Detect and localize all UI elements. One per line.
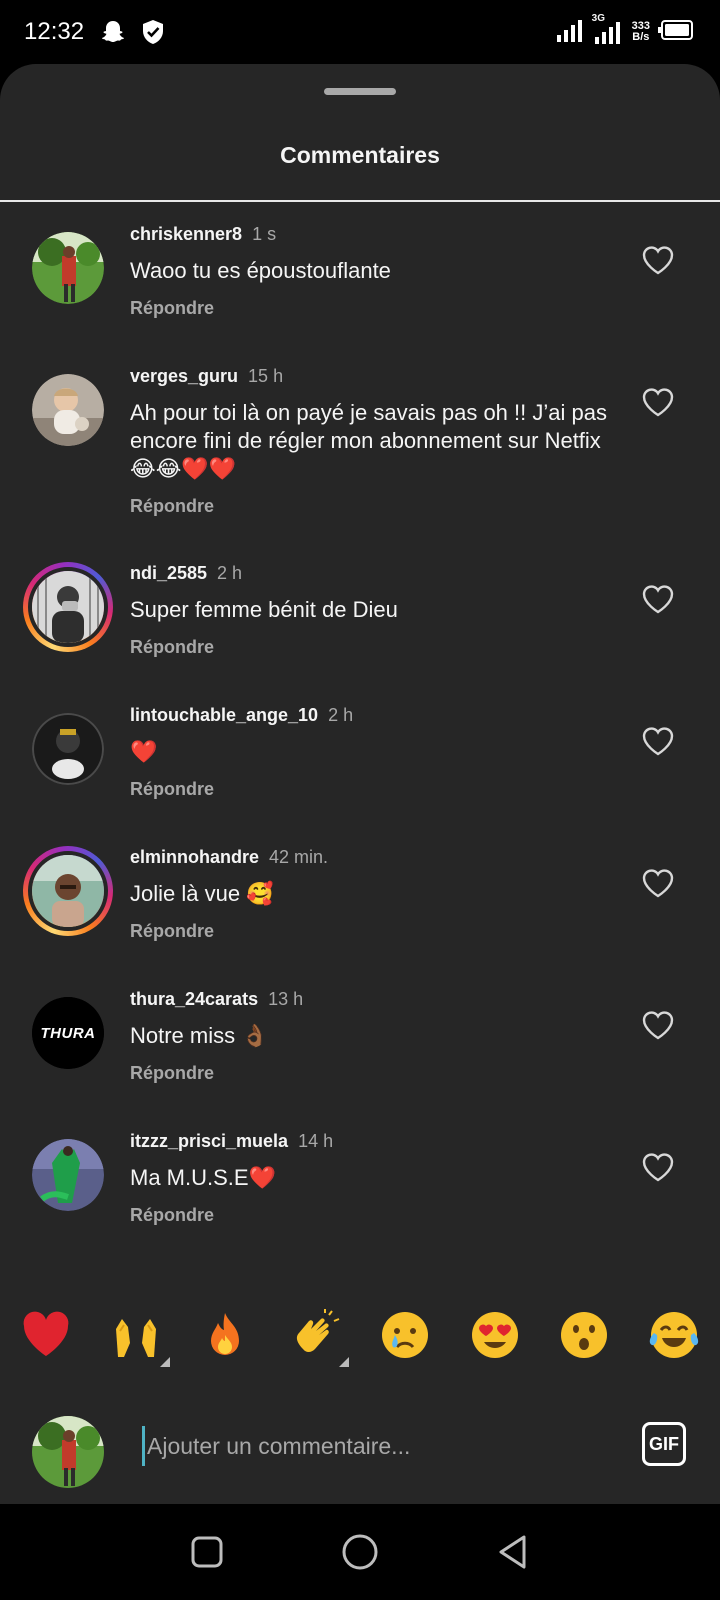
- battery-icon: [658, 19, 696, 46]
- comment-text: Waoo tu es époustouflante: [130, 258, 391, 283]
- comment-item: elminnohandre 42 min. Jolie là vue 🥰 Répo…: [0, 825, 720, 967]
- crying-face-emoji-button[interactable]: [377, 1307, 433, 1363]
- crying-face-icon: [381, 1312, 428, 1358]
- back-button[interactable]: [489, 1528, 537, 1576]
- like-heart-icon[interactable]: [640, 723, 676, 759]
- comment-text: Jolie là vue 🥰: [130, 881, 274, 906]
- status-time: 12:32: [24, 18, 85, 45]
- surprised-face-icon: [561, 1312, 608, 1358]
- raising-hands-emoji-button[interactable]: [108, 1307, 170, 1367]
- comment-text: Ah pour toi là on payé je savais pas oh …: [130, 400, 607, 481]
- system-navigation-bar: [0, 1504, 720, 1600]
- avatar[interactable]: [32, 232, 104, 304]
- comment-username[interactable]: lintouchable_ange_10: [130, 705, 318, 725]
- comments-sheet: Commentaires chriskenner8 1 s Waoo tu es …: [0, 64, 720, 1504]
- surprised-face-emoji-button[interactable]: [556, 1307, 612, 1363]
- square-icon: [191, 1536, 223, 1568]
- comments-list[interactable]: chriskenner8 1 s Waoo tu es époustouflant…: [0, 202, 720, 1334]
- gif-button[interactable]: GIF: [642, 1422, 686, 1466]
- heart-eyes-emoji-button[interactable]: [467, 1307, 523, 1363]
- comment-item: lintouchable_ange_10 2 h ❤️ Répondre: [0, 683, 720, 825]
- tears-of-joy-emoji-button[interactable]: [646, 1307, 702, 1363]
- reply-button[interactable]: Répondre: [130, 296, 610, 320]
- comment-username[interactable]: ndi_2585: [130, 563, 207, 583]
- reply-button[interactable]: Répondre: [130, 635, 610, 659]
- quick-reactions-bar: [0, 1282, 720, 1388]
- sheet-title: Commentaires: [280, 142, 440, 168]
- like-heart-icon[interactable]: [640, 865, 676, 901]
- comment-time: 14 h: [298, 1131, 334, 1151]
- like-heart-icon[interactable]: [640, 1007, 676, 1043]
- heart-emoji-button[interactable]: [18, 1307, 74, 1363]
- reply-button[interactable]: Répondre: [130, 919, 610, 943]
- sheet-drag-handle[interactable]: [324, 88, 396, 95]
- comment-text: Notre miss 👌🏾: [130, 1023, 269, 1048]
- comment-time: 15 h: [248, 366, 284, 386]
- skin-tone-indicator: [339, 1357, 350, 1367]
- fire-emoji-button[interactable]: [197, 1307, 253, 1363]
- signal-icon: 3G: [592, 13, 624, 45]
- comment-username[interactable]: itzzz_prisci_muela: [130, 1131, 288, 1151]
- comment-time: 13 h: [268, 989, 304, 1009]
- heart-eyes-face-icon: [471, 1312, 518, 1358]
- comment-input[interactable]: [142, 1426, 602, 1466]
- fire-icon: [211, 1313, 240, 1355]
- heart-icon: [23, 1311, 69, 1356]
- avatar[interactable]: [32, 1139, 104, 1211]
- avatar[interactable]: THURA: [32, 997, 104, 1069]
- like-heart-icon[interactable]: [640, 581, 676, 617]
- reply-button[interactable]: Répondre: [130, 1061, 610, 1085]
- tears-of-joy-face-icon: [649, 1312, 699, 1358]
- like-heart-icon[interactable]: [640, 242, 676, 278]
- comment-item: THURA thura_24carats 13 h Notre miss 👌🏾 R…: [0, 967, 720, 1109]
- comment-item: verges_guru 15 h Ah pour toi là on payé j…: [0, 344, 720, 541]
- comment-time: 1 s: [252, 224, 277, 244]
- comment-username[interactable]: verges_guru: [130, 366, 238, 386]
- comment-item: chriskenner8 1 s Waoo tu es époustouflant…: [0, 202, 720, 344]
- comment-time: 42 min.: [269, 847, 329, 867]
- avatar-with-story-ring[interactable]: [23, 562, 113, 652]
- comment-username[interactable]: chriskenner8: [130, 224, 242, 244]
- like-heart-icon[interactable]: [640, 1149, 676, 1185]
- comment-text: Ma M.U.S.E❤️: [130, 1165, 276, 1190]
- clapping-hands-emoji-button[interactable]: [287, 1307, 350, 1367]
- avatar[interactable]: [32, 374, 104, 446]
- comment-item: itzzz_prisci_muela 14 h Ma M.U.S.E❤️ Répo…: [0, 1109, 720, 1251]
- network-type-label: 3G: [591, 13, 605, 24]
- skin-tone-indicator: [159, 1357, 170, 1367]
- raising-hands-icon: [115, 1319, 156, 1357]
- shield-icon: [138, 17, 168, 47]
- status-bar: 12:32 3G 333 B/s: [0, 0, 720, 64]
- clapping-hands-icon: [297, 1309, 340, 1352]
- like-heart-icon[interactable]: [640, 384, 676, 420]
- network-speed-unit: B/s: [632, 31, 650, 43]
- reply-button[interactable]: Répondre: [130, 1203, 610, 1227]
- comment-time: 2 h: [217, 563, 243, 583]
- comment-composer: GIF: [0, 1388, 720, 1504]
- back-triangle-icon: [499, 1535, 526, 1569]
- avatar-logo-text: THURA: [40, 1024, 96, 1042]
- network-speed: 333 B/s: [632, 21, 650, 43]
- comment-username[interactable]: elminnohandre: [130, 847, 259, 867]
- reply-button[interactable]: Répondre: [130, 777, 610, 801]
- comment-username[interactable]: thura_24carats: [130, 989, 258, 1009]
- comment-item: ndi_2585 2 h Super femme bénit de Dieu Ré…: [0, 541, 720, 683]
- signal-icon: [556, 17, 586, 48]
- avatar[interactable]: [32, 713, 104, 785]
- snapchat-icon: [98, 17, 128, 47]
- my-avatar[interactable]: [32, 1416, 104, 1488]
- circle-icon: [342, 1534, 378, 1570]
- comment-text: ❤️: [130, 739, 158, 764]
- reply-button[interactable]: Répondre: [130, 494, 610, 518]
- comment-time: 2 h: [328, 705, 354, 725]
- home-button[interactable]: [336, 1528, 384, 1576]
- avatar-with-story-ring[interactable]: [23, 846, 113, 936]
- comment-text: Super femme bénit de Dieu: [130, 597, 398, 622]
- recent-apps-button[interactable]: [183, 1528, 231, 1576]
